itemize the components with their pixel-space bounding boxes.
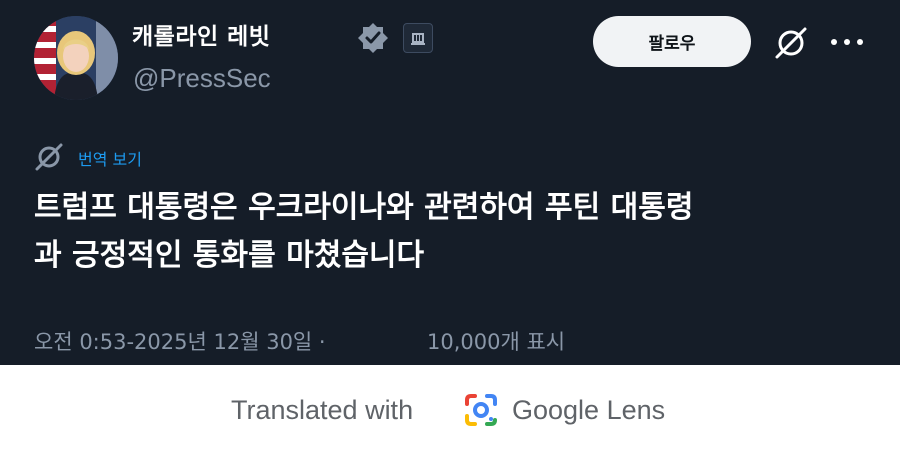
tweet-text-line: 과 긍정적인 통화를 마쳤습니다 <box>34 238 425 273</box>
avatar[interactable] <box>34 16 118 100</box>
translated-with-label: Translated with <box>231 395 414 425</box>
timestamp[interactable]: 오전 0:53-2025년 12월 30일 · <box>34 330 326 354</box>
google-lens-icon <box>465 394 497 426</box>
follow-button[interactable]: 팔로우 <box>593 16 751 67</box>
translate-label: 번역 보기 <box>78 150 142 169</box>
display-name[interactable]: 캐롤라인 레빗 <box>132 17 270 51</box>
view-count: 10,000개 표시 <box>427 330 566 354</box>
tweet-text-line: 트럼프 대통령은 우크라이나와 관련하여 푸틴 대통령 <box>34 190 694 225</box>
user-handle[interactable]: @PressSec <box>133 63 271 94</box>
lens-footer: Translated with Google Lens <box>0 365 900 461</box>
more-options-icon[interactable] <box>830 38 864 46</box>
tweet-meta: 오전 0:53-2025년 12월 30일 · 10,000개 표시 <box>34 326 565 356</box>
affiliation-badge-icon[interactable] <box>403 23 433 53</box>
grok-icon[interactable] <box>772 24 810 62</box>
google-lens-brand: Google Lens <box>512 395 666 425</box>
translate-icon <box>35 143 63 171</box>
avatar-image <box>34 16 118 100</box>
tweet-card: 캐롤라인 레빗 @PressSec 팔로우 번역 보기 트럼프 대통령은 우크라… <box>0 0 900 365</box>
building-icon <box>411 33 425 45</box>
verified-badge-icon[interactable] <box>357 22 389 54</box>
tweet-text: 트럼프 대통령은 우크라이나와 관련하여 푸틴 대통령 과 긍정적인 통화를 마… <box>34 184 874 280</box>
